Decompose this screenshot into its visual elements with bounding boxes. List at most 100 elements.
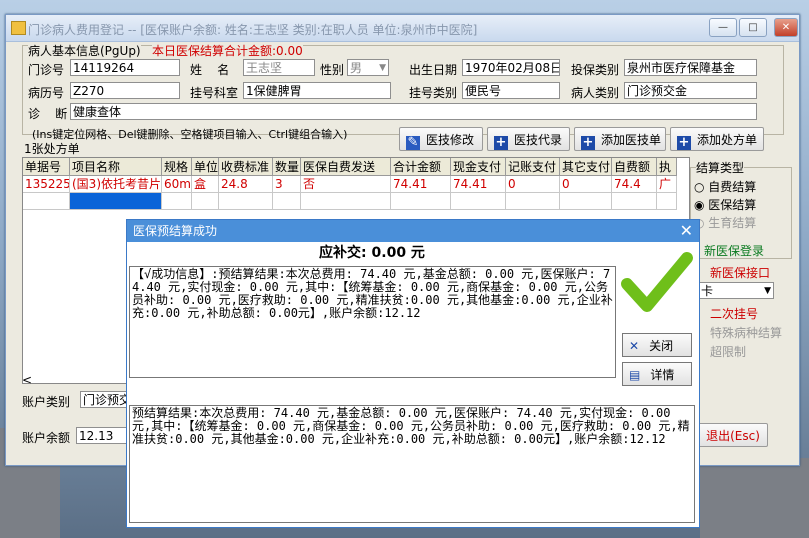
grid-cell[interactable]: 74.41 — [451, 176, 506, 193]
chevron-down-icon: ▼ — [379, 63, 386, 73]
diagnosis-label: 诊 断 — [28, 107, 68, 121]
maternity-radio[interactable]: ○ 生育结算 — [694, 214, 756, 231]
self-pay-label: 自费结算 — [708, 180, 757, 194]
grid-column-header[interactable]: 单位 — [192, 158, 219, 176]
new-login-button[interactable]: 新医保登录 — [704, 242, 764, 259]
detail-button[interactable]: ▤ 详情 — [622, 362, 692, 386]
grid-empty-cell[interactable] — [560, 193, 612, 210]
birth-label: 出生日期 — [409, 63, 458, 77]
grid-empty-cell[interactable] — [612, 193, 657, 210]
grid-empty-cell[interactable] — [23, 193, 70, 210]
scroll-left-icon[interactable]: < — [22, 373, 32, 387]
dialog-close-button[interactable]: ✕ 关闭 — [622, 333, 692, 357]
grid-empty-cell[interactable] — [273, 193, 301, 210]
grid-column-header[interactable]: 单据号 — [23, 158, 70, 176]
grid-empty-cell[interactable] — [70, 193, 162, 210]
tech-replace-button[interactable]: + 医技代录 — [487, 127, 570, 151]
grid-column-header[interactable]: 执 — [657, 158, 677, 176]
grid-empty-cell[interactable] — [391, 193, 451, 210]
settlement-type-label: 结算类型 — [696, 159, 745, 176]
birth-field[interactable]: 1970年02月08日 — [462, 59, 560, 76]
reg-type-label: 挂号类别 — [409, 86, 458, 100]
balance-label: 账户余额 — [22, 431, 71, 445]
grid-column-header[interactable]: 数量 — [273, 158, 301, 176]
card-select[interactable]: 卡 ▼ — [698, 282, 774, 299]
insurance-label: 医保结算 — [708, 198, 757, 212]
amount-due: 应补交: 0.00 元 — [319, 245, 425, 261]
patient-info-header: 病人基本信息(PgUp) — [28, 42, 141, 59]
sex-label: 性别 — [320, 63, 345, 77]
grid-column-header[interactable]: 项目名称 — [70, 158, 162, 176]
sex-select[interactable]: 男 ▼ — [347, 59, 389, 76]
grid-column-header[interactable]: 规格 — [162, 158, 192, 176]
overlimit-checkbox[interactable]: 超限制 — [710, 343, 746, 360]
building-image — [700, 458, 809, 538]
add-rx-button[interactable]: + 添加处方单 — [670, 127, 764, 151]
clinic-no-field[interactable]: 14119264 — [70, 59, 180, 76]
grid-column-header[interactable]: 自费额 — [612, 158, 657, 176]
grid-cell[interactable]: 24.8 — [219, 176, 273, 193]
grid-empty-cell[interactable] — [451, 193, 506, 210]
grid-empty-cell[interactable] — [301, 193, 391, 210]
ins-type-label: 投保类别 — [571, 63, 620, 77]
dialog-close-icon[interactable]: ✕ — [680, 220, 693, 242]
grid-cell[interactable]: 广 — [657, 176, 677, 193]
record-no-label: 病历号 — [28, 86, 65, 100]
account-type-field[interactable]: 门诊预交 — [80, 391, 132, 408]
grid-cell[interactable]: 0 — [560, 176, 612, 193]
tech-edit-button[interactable]: ✎ 医技修改 — [399, 127, 483, 151]
grid-cell[interactable]: 否 — [301, 176, 391, 193]
plus-icon: + — [581, 135, 595, 150]
add-rx-label: 添加处方单 — [697, 133, 758, 147]
success-message: 【√成功信息】:预结算结果:本次总费用: 74.40 元,基金总额: 0.00 … — [129, 266, 616, 378]
exit-button[interactable]: 退出(Esc) — [698, 423, 768, 447]
second-reg-checkbox[interactable]: 二次挂号 — [710, 305, 758, 322]
grid-column-header[interactable]: 记账支付 — [506, 158, 560, 176]
new-port-button[interactable]: 新医保接口 — [710, 264, 770, 281]
minimize-button[interactable]: — — [709, 18, 737, 37]
grid-cell[interactable]: 0 — [506, 176, 560, 193]
balance-field[interactable]: 12.13 — [76, 427, 132, 444]
grid-column-header[interactable]: 合计金额 — [391, 158, 451, 176]
maximize-button[interactable]: □ — [739, 18, 767, 37]
grid-cell[interactable]: 3 — [273, 176, 301, 193]
chevron-down-icon: ▼ — [764, 286, 771, 296]
insurance-radio[interactable]: ◉ 医保结算 — [694, 196, 756, 213]
grid-cell[interactable]: 60mg — [162, 176, 192, 193]
grid-column-header[interactable]: 现金支付 — [451, 158, 506, 176]
dialog-title-bar: 医保预结算成功 — [127, 220, 699, 242]
diagnosis-field[interactable]: 健康查体 — [70, 103, 757, 120]
grid-empty-cell[interactable] — [506, 193, 560, 210]
grid-cell[interactable]: 74.4 — [612, 176, 657, 193]
title-bar: 门诊病人费用登记 -- [医保账户余额: 姓名:王志坚 类别:在职人员 单位:泉… — [6, 15, 799, 42]
grid-cell[interactable]: 1352255 — [23, 176, 70, 193]
patient-type-field[interactable]: 门诊预交金 — [624, 82, 757, 99]
close-btn-label: 关闭 — [649, 339, 674, 353]
clinic-no-label: 门诊号 — [28, 63, 65, 77]
tech-edit-label: 医技修改 — [426, 133, 475, 147]
self-pay-radio[interactable]: ○ 自费结算 — [694, 178, 756, 195]
grid-empty-cell[interactable] — [162, 193, 192, 210]
settlement-type-group: 结算类型 ○ 自费结算 ◉ 医保结算 ○ 生育结算 新医保登录 新医保接口 卡 ▼… — [690, 159, 792, 394]
close-button[interactable]: ✕ — [774, 18, 798, 37]
grid-column-header[interactable]: 收费标准 — [219, 158, 273, 176]
grid-cell[interactable]: 74.41 — [391, 176, 451, 193]
grid-empty-cell[interactable] — [192, 193, 219, 210]
grid-column-header[interactable]: 其它支付 — [560, 158, 612, 176]
reg-type-field[interactable]: 便民号 — [462, 82, 560, 99]
add-tech-button[interactable]: + 添加医技单 — [574, 127, 666, 151]
ins-type-field[interactable]: 泉州市医疗保障基金 — [624, 59, 757, 76]
record-no-field[interactable]: Z270 — [70, 82, 180, 99]
dept-field[interactable]: 1保健脾胃 — [243, 82, 391, 99]
special-disease-checkbox[interactable]: 特殊病种结算 — [710, 324, 782, 341]
grid-cell[interactable]: 盒 — [192, 176, 219, 193]
grid-empty-cell[interactable] — [219, 193, 273, 210]
grid-column-header[interactable]: 医保自费发送 — [301, 158, 391, 176]
dialog-title: 医保预结算成功 — [133, 224, 218, 238]
grid-empty-cell[interactable] — [657, 193, 677, 210]
grid-cell[interactable]: (国3)依托考昔片 — [70, 176, 162, 193]
name-field[interactable]: 王志坚 — [243, 59, 315, 76]
tech-replace-label: 医技代录 — [514, 133, 563, 147]
plus-icon: + — [494, 135, 508, 150]
patient-type-label: 病人类别 — [571, 86, 620, 100]
